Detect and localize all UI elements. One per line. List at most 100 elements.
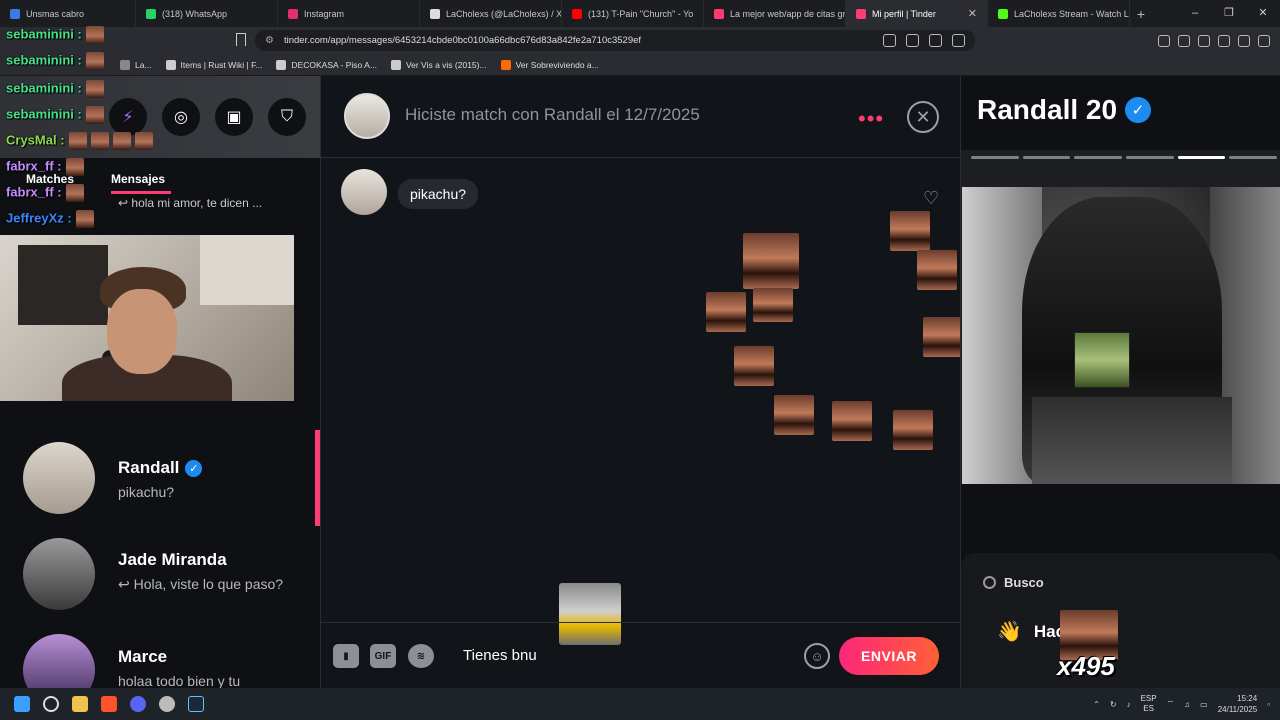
like-message-icon[interactable]: ♡: [923, 188, 939, 209]
notifications-icon[interactable]: ▫: [1267, 700, 1270, 709]
language-indicator[interactable]: ESP ES: [1141, 694, 1157, 714]
sidebar-icon[interactable]: [1218, 34, 1230, 47]
emoji-icon[interactable]: ☺: [804, 643, 830, 669]
streamer: [62, 267, 232, 401]
cast-icon[interactable]: [906, 34, 919, 47]
gif-button[interactable]: GIF: [370, 644, 396, 668]
stream-chat-line: sebaminini :: [6, 26, 104, 44]
browser-tab[interactable]: Mi perfil | Tinder ✕: [846, 0, 988, 27]
bookmark-item[interactable]: Ver Sobreviviendo a...: [500, 59, 599, 70]
stream-emote: [90, 132, 109, 150]
shield-icon[interactable]: ⛉: [268, 98, 306, 136]
chevron-up-icon[interactable]: ⌃: [1093, 700, 1100, 709]
looking-for-title: Busco: [1004, 575, 1044, 590]
chat-panel: Hiciste match con Randall el 12/7/2025 •…: [320, 76, 961, 688]
sync-icon[interactable]: ↻: [1110, 700, 1117, 709]
photo-indicator[interactable]: [1074, 156, 1123, 159]
contact-card-icon[interactable]: ▮: [333, 644, 359, 668]
tab-active-indicator: [111, 191, 171, 194]
file-explorer-icon[interactable]: [72, 696, 88, 712]
photo-indicator[interactable]: [1022, 156, 1071, 159]
profile-panel: Randall 20 ✓ Busco 👋 Hac...gxs x495: [960, 76, 1280, 688]
spotify-icon[interactable]: ≋: [408, 644, 434, 668]
close-chat-button[interactable]: ✕: [907, 101, 939, 133]
stream-emote: [893, 410, 933, 450]
conversation-item-marce[interactable]: Marce holaa todo bien y tu: [0, 622, 320, 688]
bookmarks-bar: La... Items | Rust Wiki | F... DECOKASA - …: [0, 54, 1280, 76]
more-options-button[interactable]: •••: [858, 106, 884, 132]
browser-tab[interactable]: (318) WhatsApp: [136, 0, 278, 27]
conversation-item-jade[interactable]: Jade Miranda ↩ Hola, viste lo que paso?: [0, 526, 320, 622]
conversation-item-randall[interactable]: Randall ✓ pikachu?: [0, 430, 320, 526]
location-icon[interactable]: [883, 34, 896, 47]
share-icon[interactable]: [952, 34, 965, 47]
compass-icon[interactable]: ◎: [162, 98, 200, 136]
photo-indicators: [971, 156, 1278, 159]
stream-emote: [85, 26, 104, 44]
url-field[interactable]: ⚙ tinder.com/app/messages/6453214cbde0bc…: [255, 30, 975, 51]
photo-indicator[interactable]: [1229, 156, 1278, 159]
browser-tab[interactable]: LaCholexs Stream - Watch Live: [988, 0, 1130, 27]
language-sub-text: ES: [1143, 704, 1154, 713]
photo-indicator[interactable]: [1177, 156, 1226, 159]
photo-indicator[interactable]: [1126, 156, 1174, 159]
menu-icon[interactable]: [1258, 34, 1270, 47]
mic-icon[interactable]: ♪: [1127, 700, 1131, 709]
stream-chat-user: JeffreyXz :: [6, 210, 72, 226]
stream-chat-line: CrysMal :: [6, 132, 153, 150]
avatar: [23, 634, 95, 688]
new-tab-button[interactable]: +: [1130, 6, 1152, 22]
brave-icon[interactable]: [101, 696, 117, 712]
avatar: [23, 538, 95, 610]
tab-messages[interactable]: Mensajes: [111, 172, 165, 186]
discord-icon[interactable]: [130, 696, 146, 712]
clock[interactable]: 15:24 24/11/2025: [1218, 693, 1257, 715]
windows-start-icon[interactable]: [14, 696, 30, 712]
message-input[interactable]: Tienes bnu: [463, 647, 537, 664]
briefcase-icon[interactable]: ▣: [215, 98, 253, 136]
photo-indicator[interactable]: [971, 156, 1019, 159]
bookmark-favicon-icon: [165, 59, 176, 70]
match-avatar[interactable]: [344, 93, 390, 139]
tab-favicon-icon: [998, 8, 1008, 19]
extension-icon[interactable]: [1158, 34, 1170, 47]
battery-icon[interactable]: ▭: [1200, 700, 1208, 709]
search-icon[interactable]: [43, 696, 59, 712]
verified-icon: ✓: [1125, 97, 1152, 123]
clock-date: 24/11/2025: [1217, 705, 1258, 714]
browser-tab[interactable]: LaCholexs (@LaCholexs) / X: [420, 0, 562, 27]
browser-tab[interactable]: (131) T-Pain "Church" - Yo: [562, 0, 704, 27]
message-avatar[interactable]: [341, 169, 387, 215]
browser-tab[interactable]: La mejor web/app de citas gra: [704, 0, 846, 27]
wallet-icon[interactable]: [1238, 34, 1250, 47]
tab-favicon-icon: [572, 8, 582, 19]
message-composer: ▮ GIF ≋ Tienes bnu ☺ ENVIAR: [321, 622, 961, 688]
emote-counter: x495: [1057, 651, 1115, 681]
puzzle-icon[interactable]: [1178, 34, 1190, 47]
conversation-name-text: Randall: [118, 458, 180, 477]
bookmark-icon[interactable]: [236, 33, 246, 46]
site-settings-icon[interactable]: ⚙: [265, 35, 274, 46]
zoom-icon[interactable]: [929, 34, 942, 47]
bookmark-item[interactable]: La...: [120, 59, 152, 70]
steam-icon[interactable]: [188, 696, 204, 712]
media-icon[interactable]: [1198, 34, 1210, 47]
network-icon[interactable]: ⌔: [1167, 699, 1175, 709]
lightning-icon[interactable]: ⚡: [109, 98, 147, 136]
bookmark-item[interactable]: Ver Vis a vis (2015)...: [390, 59, 487, 70]
maximize-button[interactable]: ❐: [1212, 0, 1246, 27]
conversation-snippet: holaa todo bien y tu: [118, 673, 241, 688]
volume-icon[interactable]: ♫: [1184, 700, 1190, 709]
browser-tab[interactable]: Unsmas cabro: [0, 0, 136, 27]
minimize-button[interactable]: –: [1178, 0, 1212, 27]
app-icon[interactable]: [159, 696, 175, 712]
close-tab-icon[interactable]: ✕: [968, 7, 977, 20]
stream-emote: [706, 292, 746, 332]
webcam-overlay: [0, 235, 294, 401]
browser-tab[interactable]: Instagram: [278, 0, 420, 27]
close-window-button[interactable]: ✕: [1246, 0, 1280, 27]
profile-name: Randall 20 ✓: [977, 94, 1152, 126]
bookmark-item[interactable]: Items | Rust Wiki | F...: [165, 59, 262, 70]
bookmark-item[interactable]: DECOKASA - Piso A...: [276, 59, 377, 70]
send-button[interactable]: ENVIAR: [839, 637, 939, 675]
